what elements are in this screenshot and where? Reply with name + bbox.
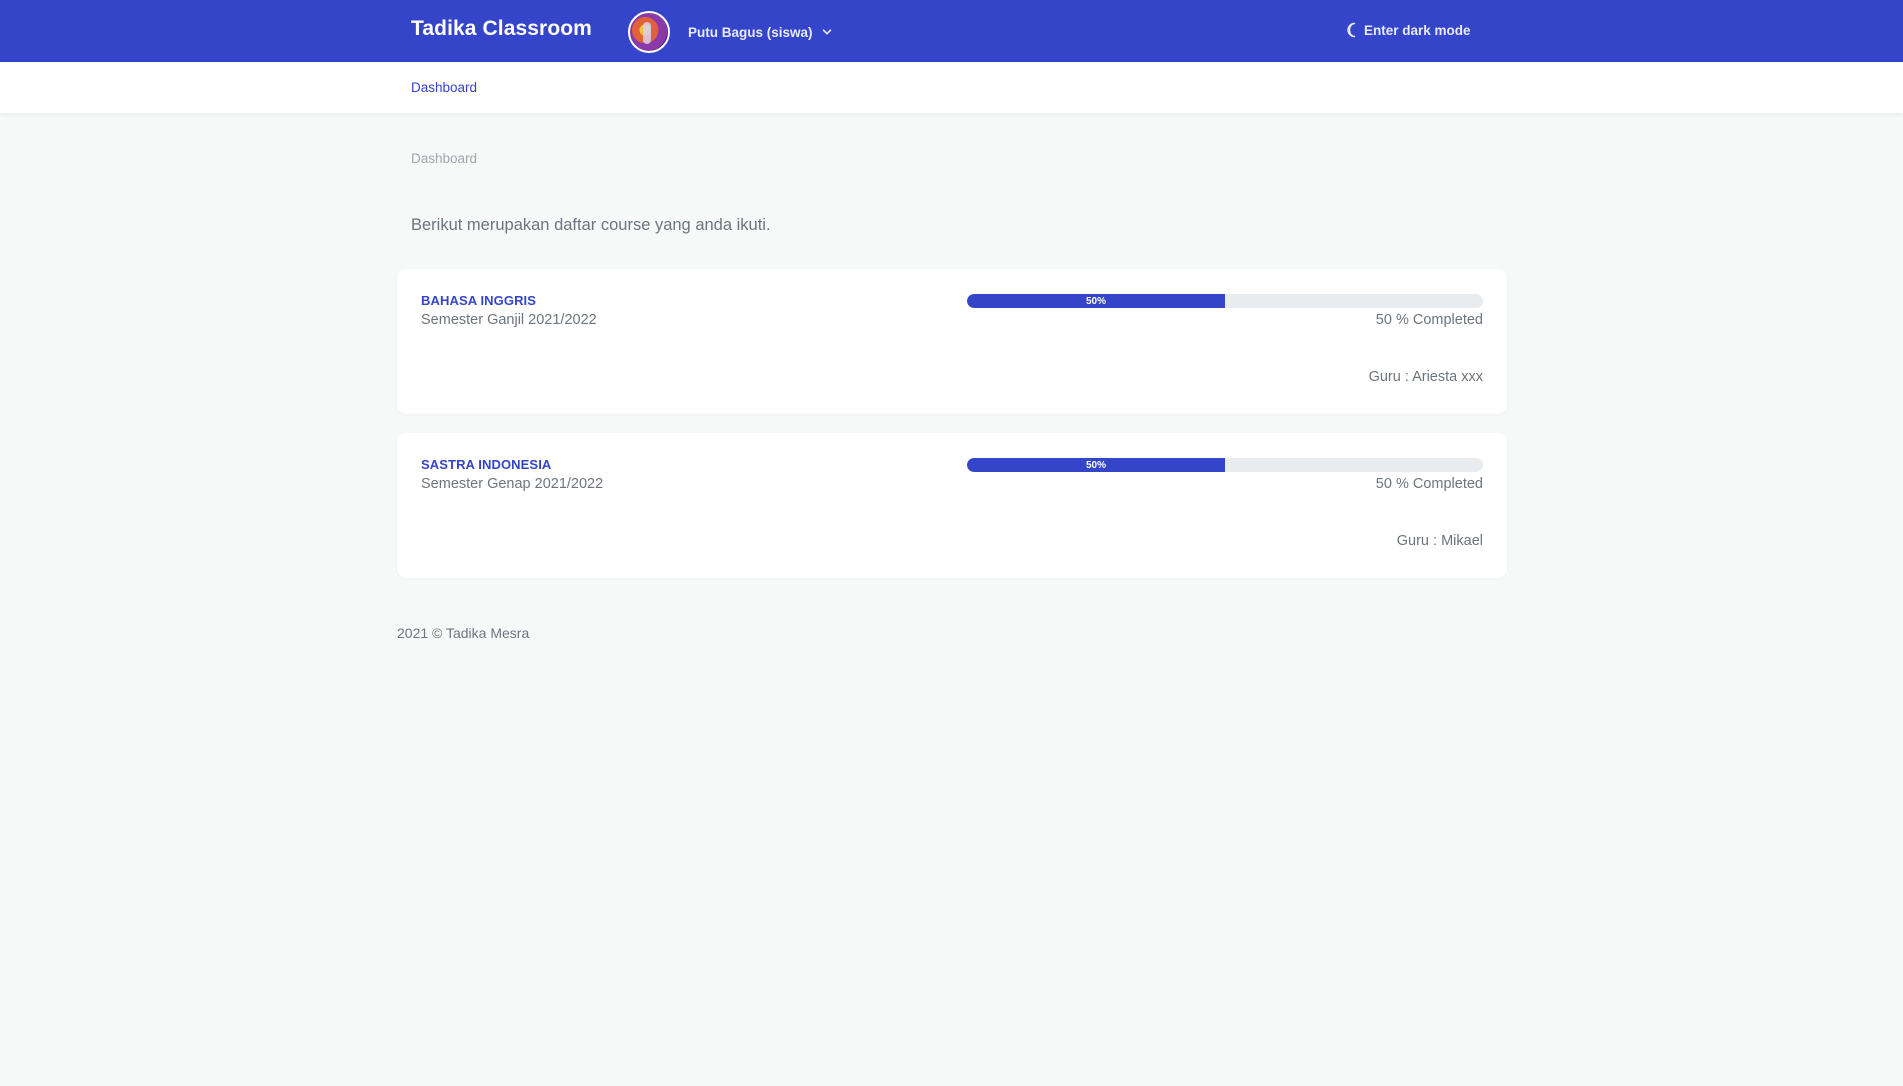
sub-navbar: Dashboard [0, 62, 1903, 113]
course-card[interactable]: SASTRA INDONESIA Semester Genap 2021/202… [397, 433, 1507, 578]
course-card[interactable]: BAHASA INGGRIS Semester Ganjil 2021/2022… [397, 269, 1507, 414]
moon-icon [1347, 22, 1356, 38]
top-navbar: Tadika Classroom Putu Bagus (siswa) Ente… [0, 0, 1903, 62]
course-semester: Semester Genap 2021/2022 [421, 476, 604, 492]
intro-text: Berikut merupakan daftar course yang and… [411, 216, 771, 234]
avatar[interactable] [628, 11, 670, 53]
user-name[interactable]: Putu Bagus (siswa) [688, 25, 813, 40]
course-semester: Semester Ganjil 2021/2022 [421, 312, 597, 328]
course-title[interactable]: BAHASA INGGRIS [421, 293, 536, 308]
brand-logo-text[interactable]: Tadika Classroom [411, 17, 592, 41]
chevron-down-icon[interactable] [821, 26, 833, 38]
breadcrumb: Dashboard [411, 151, 478, 166]
footer-copyright: 2021 © Tadika Mesra [397, 625, 530, 641]
teacher-name: Guru : Mikael [1396, 533, 1483, 549]
dark-mode-label[interactable]: Enter dark mode [1364, 23, 1471, 38]
progress-track: 50% [967, 458, 1483, 472]
progress-bar: 50% [967, 294, 1225, 308]
progress-label: 50% [1085, 459, 1106, 471]
dark-mode-toggle[interactable]: Enter dark mode [1346, 22, 1471, 38]
completed-status: 50 % Completed [1375, 476, 1483, 492]
course-title[interactable]: SASTRA INDONESIA [421, 457, 551, 472]
nav-dashboard-link[interactable]: Dashboard [411, 80, 477, 95]
progress-label: 50% [1085, 295, 1106, 307]
progress-track: 50% [967, 294, 1483, 308]
user-menu-dropdown[interactable]: Putu Bagus (siswa) [628, 11, 833, 53]
completed-status: 50 % Completed [1375, 312, 1483, 328]
teacher-name: Guru : Ariesta xxx [1368, 369, 1483, 385]
progress-bar: 50% [967, 458, 1225, 472]
